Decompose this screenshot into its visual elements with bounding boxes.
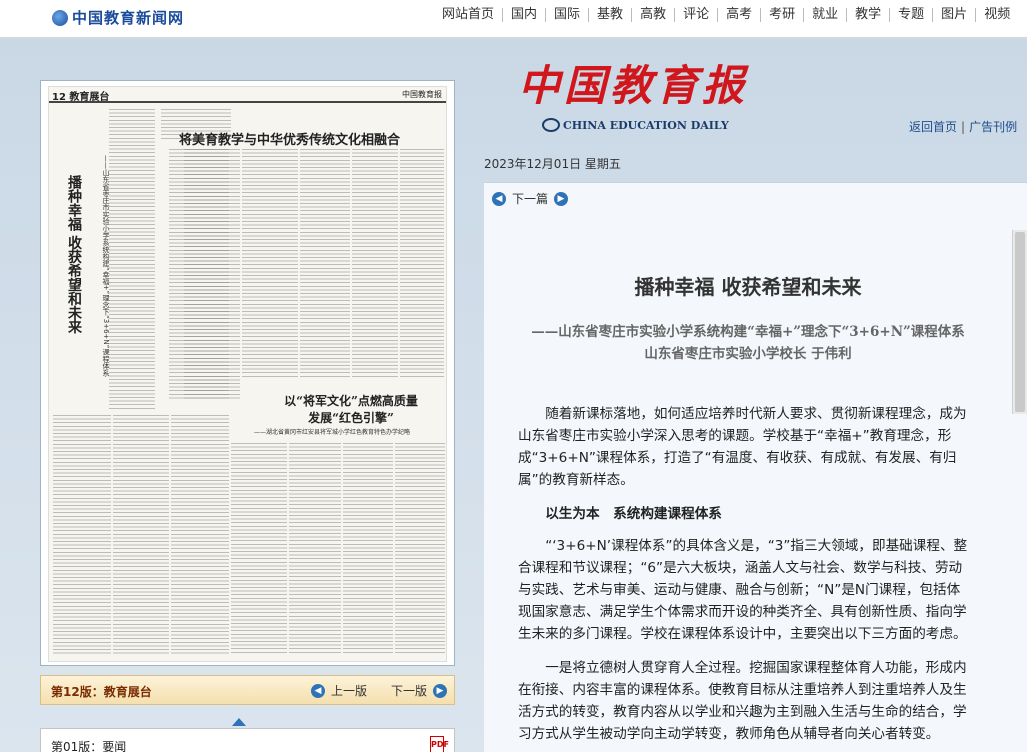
issue-date: 2023年12月01日 星期五 [484, 157, 621, 171]
text-block [113, 415, 169, 655]
newspaper-page-image[interactable]: 12 教育展台 中国教育报 将美育教学与中华优秀传统文化相融合 播种幸福 收获希… [48, 86, 447, 662]
nav-link-pictures[interactable]: 图片 [932, 8, 975, 22]
globe-icon [52, 10, 68, 26]
article-subtitle-line-1: ——山东省枣庄市实验小学系统构建“幸福+”理念下“3+6+N”课程体系 [531, 324, 965, 340]
text-block [171, 415, 229, 655]
page-list: 第01版：要闻 PDF [40, 728, 455, 752]
next-page-label: 下一版 [391, 684, 428, 698]
nav-link-domestic[interactable]: 国内 [502, 8, 545, 22]
article-subtitle: ——山东省枣庄市实验小学系统构建“幸福+”理念下“3+6+N”课程体系 山东省枣… [484, 321, 1012, 365]
article-navigation: ◀ 下一篇 ▶ [492, 190, 569, 207]
paper-headline-1[interactable]: 将美育教学与中华优秀传统文化相融合 [179, 129, 400, 148]
scrollbar-thumb[interactable] [1015, 232, 1025, 412]
paper-vertical-subtitle: ——山东省枣庄市实验小学系统构建“幸福+”理念下“3+6+N”课程体系 [102, 155, 110, 377]
text-block [395, 443, 445, 655]
nav-link-teaching[interactable]: 教学 [846, 8, 889, 22]
masthead-english: CHINA EDUCATION DAILY [542, 118, 729, 132]
site-logo[interactable]: 中国教育新闻网 [52, 7, 184, 28]
article-title: 播种幸福 收获希望和未来 [634, 275, 862, 299]
text-block [53, 415, 111, 655]
top-navigation: 网站首页 国内 国际 基教 高教 评论 高考 考研 就业 教学 专题 图片 视频 [434, 8, 1018, 22]
page-list-item[interactable]: 第01版：要闻 [51, 738, 126, 752]
pdf-icon[interactable]: PDF [430, 736, 449, 752]
text-block [289, 443, 341, 655]
nav-link-kaoyan[interactable]: 考研 [760, 8, 803, 22]
article-body: 随着新课标落地，如何适应培养时代新人要求、贯彻新课程理念，成为山东省枣庄市实验小… [518, 403, 968, 752]
nav-link-basic-edu[interactable]: 基教 [588, 8, 631, 22]
site-header: 中国教育新闻网 网站首页 国内 国际 基教 高教 评论 高考 考研 就业 教学 … [0, 0, 1027, 38]
paper-headline-2-subtitle: ——湖北省黄冈市红安县将军城小学红色教育特色办学纪略 [254, 429, 411, 436]
ring-logo-icon [542, 118, 560, 132]
text-block [109, 109, 155, 409]
article-section-heading: 以生为本 系统构建课程体系 [545, 506, 722, 522]
article-paragraph: 随着新课标落地，如何适应培养时代新人要求、贯彻新课程理念，成为山东省枣庄市实验小… [518, 406, 967, 488]
arrow-left-icon[interactable]: ◀ [492, 191, 506, 206]
scrollbar[interactable] [1012, 230, 1027, 414]
separator: | [961, 120, 966, 134]
text-block [184, 149, 240, 399]
masthead-logo: 中国教育报 [518, 61, 749, 110]
site-logo-text: 中国教育新闻网 [72, 9, 185, 27]
text-block [352, 149, 398, 379]
text-block [343, 443, 393, 655]
text-block [231, 443, 287, 655]
article-byline: 山东省枣庄市实验小学校长 于伟利 [644, 346, 852, 362]
nav-link-higher-edu[interactable]: 高教 [631, 8, 674, 22]
ad-rates-link[interactable]: 广告刊例 [969, 120, 1017, 134]
masthead-english-text: CHINA EDUCATION DAILY [563, 119, 729, 132]
previous-page-button[interactable]: ◀ 上一版 [311, 682, 367, 699]
newspaper-page-viewer[interactable]: 12 教育展台 中国教育报 将美育教学与中华优秀传统文化相融合 播种幸福 收获希… [40, 80, 455, 666]
nav-link-video[interactable]: 视频 [975, 8, 1018, 22]
article-paragraph: 一是将立德树人贯穿育人全过程。挖掘国家课程整体育人功能，形成内在衔接、内容丰富的… [518, 660, 967, 742]
article-paragraph: “‘3+6+N’课程体系”的具体含义是，“3”指三大领域，即基础课程、整合课程和… [518, 538, 968, 642]
nav-link-jobs[interactable]: 就业 [803, 8, 846, 22]
arrow-right-icon[interactable]: ▶ [554, 191, 569, 206]
current-page-label: 第12版：教育展台 [51, 685, 152, 699]
article-panel: ◀ 下一篇 ▶ 播种幸福 收获希望和未来 ——山东省枣庄市实验小学系统构建“幸福… [484, 182, 1027, 752]
arrow-left-icon: ◀ [311, 683, 325, 698]
text-block [400, 149, 444, 379]
paper-headline-2[interactable]: 以“将军文化”点燃高质量发展“红色引擎” [281, 393, 421, 427]
arrow-right-icon: ▶ [433, 683, 448, 698]
return-home-link[interactable]: 返回首页 [909, 120, 957, 134]
text-block [300, 149, 350, 379]
next-article-link[interactable]: 下一篇 [512, 190, 548, 207]
nav-link-home[interactable]: 网站首页 [434, 8, 502, 22]
nav-link-topics[interactable]: 专题 [889, 8, 932, 22]
nav-link-international[interactable]: 国际 [545, 8, 588, 22]
paper-vertical-title[interactable]: 播种幸福 收获希望和未来 [65, 175, 83, 375]
next-page-button[interactable]: 下一版 ▶ [391, 682, 448, 699]
utility-links: 返回首页 | 广告刊例 [909, 118, 1017, 135]
page-navigation-bar: 第12版：教育展台 ◀ 上一版 下一版 ▶ [40, 675, 455, 705]
nav-link-gaokao[interactable]: 高考 [717, 8, 760, 22]
text-block [242, 149, 298, 379]
collapse-up-icon[interactable] [232, 718, 246, 726]
nav-link-comment[interactable]: 评论 [674, 8, 717, 22]
previous-page-label: 上一版 [331, 684, 368, 698]
